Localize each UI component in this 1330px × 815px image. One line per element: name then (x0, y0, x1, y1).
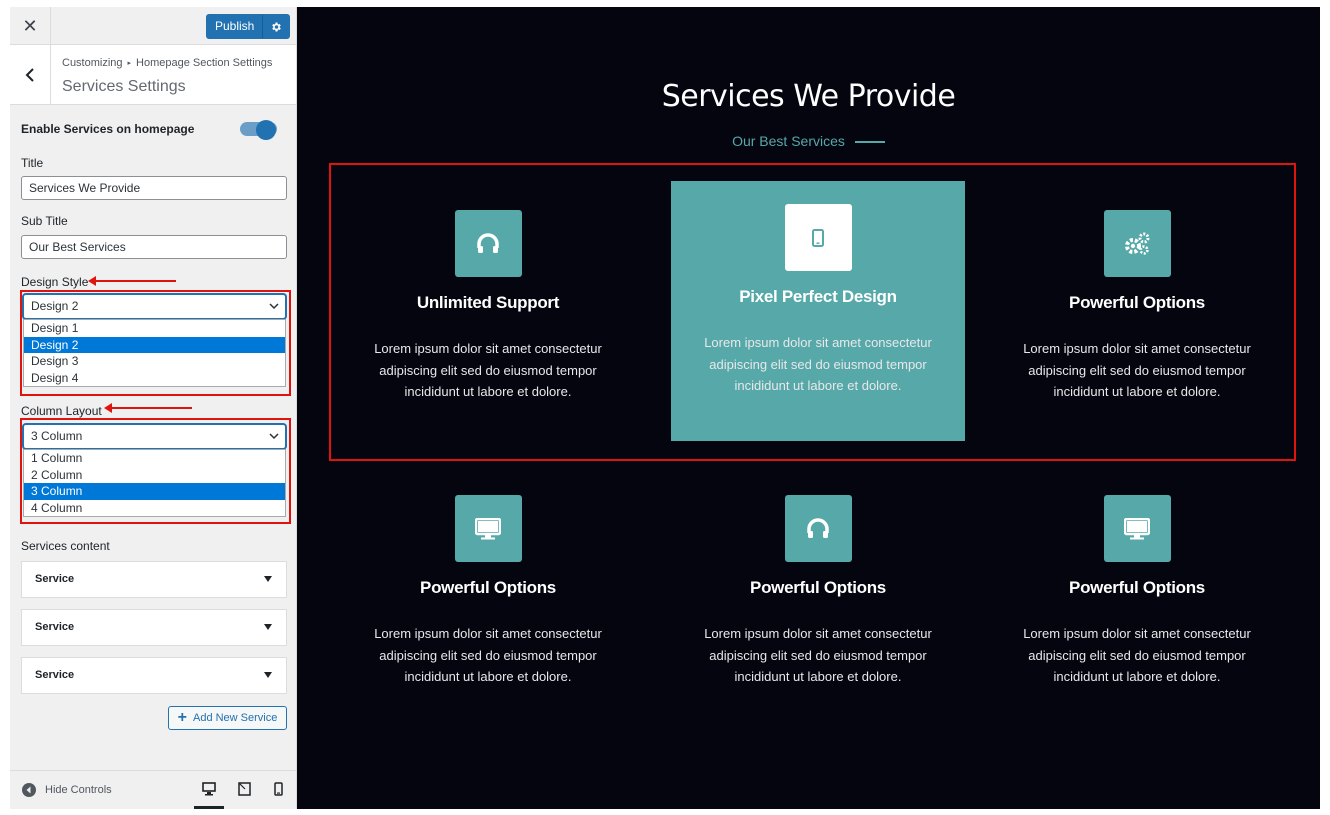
breadcrumb-root: Customizing (62, 57, 123, 69)
enable-services-label: Enable Services on homepage (21, 122, 195, 136)
subheading-divider (854, 141, 885, 144)
add-new-service-label: Add New Service (192, 712, 278, 724)
customizer-topbar: ✕ Publish (10, 7, 296, 45)
breadcrumb: Customizing ▸ Homepage Section Settings (62, 57, 272, 69)
tablet-icon (237, 782, 251, 796)
customizer-footer: Hide Controls (10, 770, 296, 809)
headphones-icon (477, 232, 499, 253)
services-heading: Services We Provide (661, 79, 956, 114)
add-new-service-button[interactable]: + Add New Service (168, 706, 287, 730)
caret-down-icon (264, 576, 272, 582)
collapse-arrow-icon (22, 783, 36, 797)
hide-controls-button[interactable]: Hide Controls (22, 783, 112, 797)
card-title: Powerful Options (750, 578, 886, 597)
service-accordion-item[interactable]: Service (21, 609, 287, 646)
close-customizer-button[interactable]: ✕ (10, 7, 51, 45)
design-style-select[interactable]: Design 2 (23, 294, 286, 319)
card-icon-box (454, 210, 522, 277)
back-button[interactable] (10, 45, 51, 105)
title-label: Title (21, 156, 44, 170)
preview-desktop-button[interactable] (194, 779, 224, 809)
section-header: Customizing ▸ Homepage Section Settings Se… (10, 45, 296, 105)
annotation-arrow (104, 403, 192, 413)
caret-down-icon (264, 624, 272, 630)
plus-icon: + (177, 709, 187, 726)
design-option[interactable]: Design 3 (24, 353, 285, 370)
column-layout-options: 1 Column 2 Column 3 Column 4 Column (23, 449, 286, 517)
card-text: Lorem ipsum dolor sit amet consectetur a… (374, 626, 602, 684)
card-icon-box (784, 495, 852, 562)
service-card-highlighted: Pixel Perfect Design Lorem ipsum dolor s… (671, 181, 965, 441)
column-option[interactable]: 1 Column (24, 450, 285, 467)
gear-icon (272, 22, 282, 31)
column-layout-label: Column Layout (21, 404, 102, 418)
headphones-icon (807, 517, 829, 538)
card-text: Lorem ipsum dolor sit amet consectetur a… (1023, 626, 1251, 684)
card-icon-box (454, 495, 522, 562)
column-layout-select[interactable]: 3 Column (23, 424, 286, 449)
service-card: Powerful Options Lorem ipsum dolor sit a… (671, 495, 965, 688)
card-text: Lorem ipsum dolor sit amet consectetur a… (1023, 341, 1251, 399)
subtitle-input[interactable] (21, 235, 287, 259)
breadcrumb-parent: Homepage Section Settings (136, 57, 273, 69)
chevron-left-icon (25, 68, 34, 82)
card-icon-box (1103, 210, 1171, 277)
design-option[interactable]: Design 1 (24, 320, 285, 337)
card-icon-box (784, 204, 852, 271)
subtitle-label: Sub Title (21, 214, 68, 228)
section-title: Services Settings (62, 78, 186, 95)
close-icon: ✕ (22, 15, 38, 36)
column-layout-selected: 3 Column (31, 429, 83, 443)
site-preview: Services We Provide Our Best Services Un… (297, 7, 1320, 809)
column-option-selected[interactable]: 3 Column (24, 483, 285, 500)
service-card: Powerful Options Lorem ipsum dolor sit a… (341, 495, 635, 688)
preview-tablet-button[interactable] (229, 779, 259, 809)
design-option[interactable]: Design 4 (24, 370, 285, 387)
service-card: Powerful Options Lorem ipsum dolor sit a… (990, 495, 1284, 688)
desktop-icon (475, 517, 501, 539)
service-item-label: Service (35, 573, 75, 585)
desktop-icon (1124, 517, 1150, 539)
desktop-icon (202, 782, 216, 796)
services-subheading: Our Best Services (297, 133, 1320, 149)
card-title: Unlimited Support (416, 293, 560, 312)
card-title: Powerful Options (420, 578, 556, 597)
publish-button[interactable]: Publish (207, 15, 264, 38)
gears-icon (1125, 232, 1150, 255)
card-title: Pixel Perfect Design (739, 287, 897, 306)
customizer-window: ✕ Publish Customizing ▸ Homepage Section S… (10, 7, 1320, 809)
service-accordion-item[interactable]: Service (21, 657, 287, 694)
annotation-arrow (88, 276, 176, 286)
breadcrumb-separator-icon: ▸ (127, 60, 132, 67)
services-subheading-text: Our Best Services (732, 133, 845, 149)
mobile-icon (273, 782, 283, 796)
publish-group: Publish (206, 14, 291, 39)
card-title: Powerful Options (1069, 293, 1205, 312)
card-text: Lorem ipsum dolor sit amet consectetur a… (704, 626, 932, 684)
design-style-options: Design 1 Design 2 Design 3 Design 4 (23, 319, 286, 387)
column-option[interactable]: 4 Column (24, 500, 285, 517)
customizer-sidebar: ✕ Publish Customizing ▸ Homepage Section S… (10, 7, 297, 809)
card-icon-box (1103, 495, 1171, 562)
caret-down-icon (264, 672, 272, 678)
design-style-selected: Design 2 (31, 299, 79, 313)
services-content-label: Services content (21, 539, 110, 553)
publish-settings-button[interactable] (263, 15, 289, 38)
card-text: Lorem ipsum dolor sit amet consectetur a… (374, 341, 602, 399)
service-item-label: Service (35, 621, 75, 633)
service-accordion-item[interactable]: Service (21, 561, 287, 598)
service-card: Unlimited Support Lorem ipsum dolor sit … (341, 210, 635, 403)
mobile-icon (812, 228, 824, 247)
column-option[interactable]: 2 Column (24, 467, 285, 484)
service-card: Powerful Options Lorem ipsum dolor sit a… (990, 210, 1284, 403)
toggle-knob[interactable] (256, 120, 276, 140)
hide-controls-label: Hide Controls (45, 784, 112, 796)
title-input[interactable] (21, 176, 287, 200)
preview-mobile-button[interactable] (263, 779, 293, 809)
design-option-selected[interactable]: Design 2 (24, 336, 285, 353)
design-style-label: Design Style (21, 275, 89, 289)
card-text: Lorem ipsum dolor sit amet consectetur a… (704, 335, 932, 393)
service-item-label: Service (35, 669, 75, 681)
card-title: Powerful Options (1069, 578, 1205, 597)
